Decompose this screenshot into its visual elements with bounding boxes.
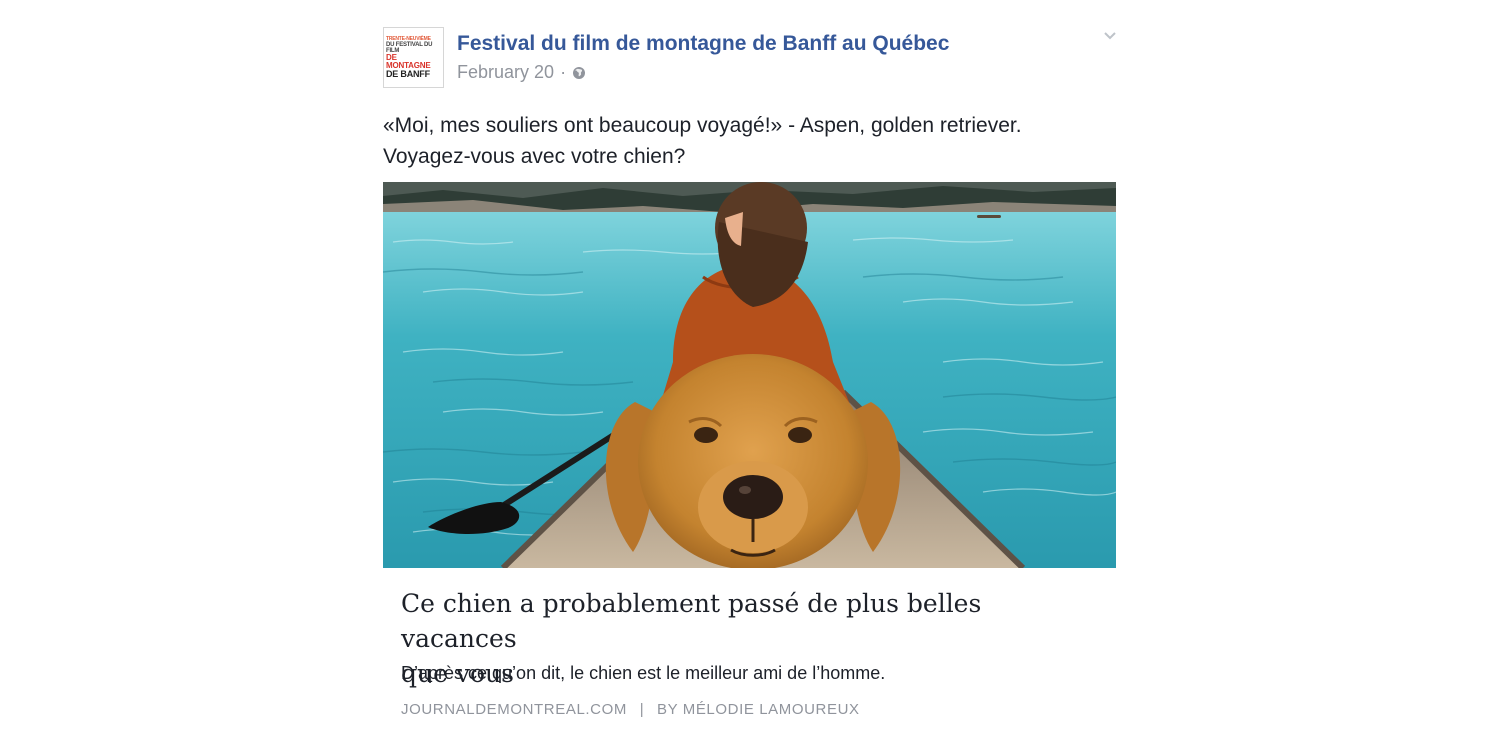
post-date-link[interactable]: February 20 xyxy=(457,62,554,83)
post-photo[interactable] xyxy=(383,182,1116,568)
meta-separator: · xyxy=(560,62,567,82)
link-description: D’après ce qu’on dit, le chien est le me… xyxy=(401,663,886,683)
page-name-link[interactable]: Festival du film de montagne de Banff au… xyxy=(457,32,949,56)
photo-illustration xyxy=(383,182,1116,568)
link-source: JOURNALDEMONTREAL.COM | BY MÉLODIE LAMOU… xyxy=(401,701,860,718)
link-title-line: Ce chien a probablement passé de plus be… xyxy=(401,589,982,653)
logo-line: DE MONTAGNE xyxy=(386,52,431,70)
facebook-post: TRENTE-NEUVIÈME DU FESTIVAL DU FILM DE M… xyxy=(383,0,1116,750)
page-avatar-logo[interactable]: TRENTE-NEUVIÈME DU FESTIVAL DU FILM DE M… xyxy=(383,27,444,88)
caption-line: «Moi, mes souliers ont beaucoup voyagé!»… xyxy=(383,114,1022,137)
post-caption: «Moi, mes souliers ont beaucoup voyagé!»… xyxy=(383,110,1116,172)
link-domain: JOURNALDEMONTREAL.COM xyxy=(401,701,627,718)
globe-icon[interactable] xyxy=(572,66,586,80)
chevron-down-icon[interactable] xyxy=(1103,30,1117,42)
link-byline: BY MÉLODIE LAMOUREUX xyxy=(657,701,860,718)
link-preview[interactable]: Ce chien a probablement passé de plus be… xyxy=(383,568,1116,738)
logo-line: DE BANFF xyxy=(386,68,430,79)
logo-line: DU FESTIVAL DU FILM xyxy=(386,41,433,54)
caption-line: Voyagez-vous avec votre chien? xyxy=(383,145,686,168)
source-separator: | xyxy=(639,701,645,718)
post-meta: February 20 · xyxy=(457,62,586,83)
